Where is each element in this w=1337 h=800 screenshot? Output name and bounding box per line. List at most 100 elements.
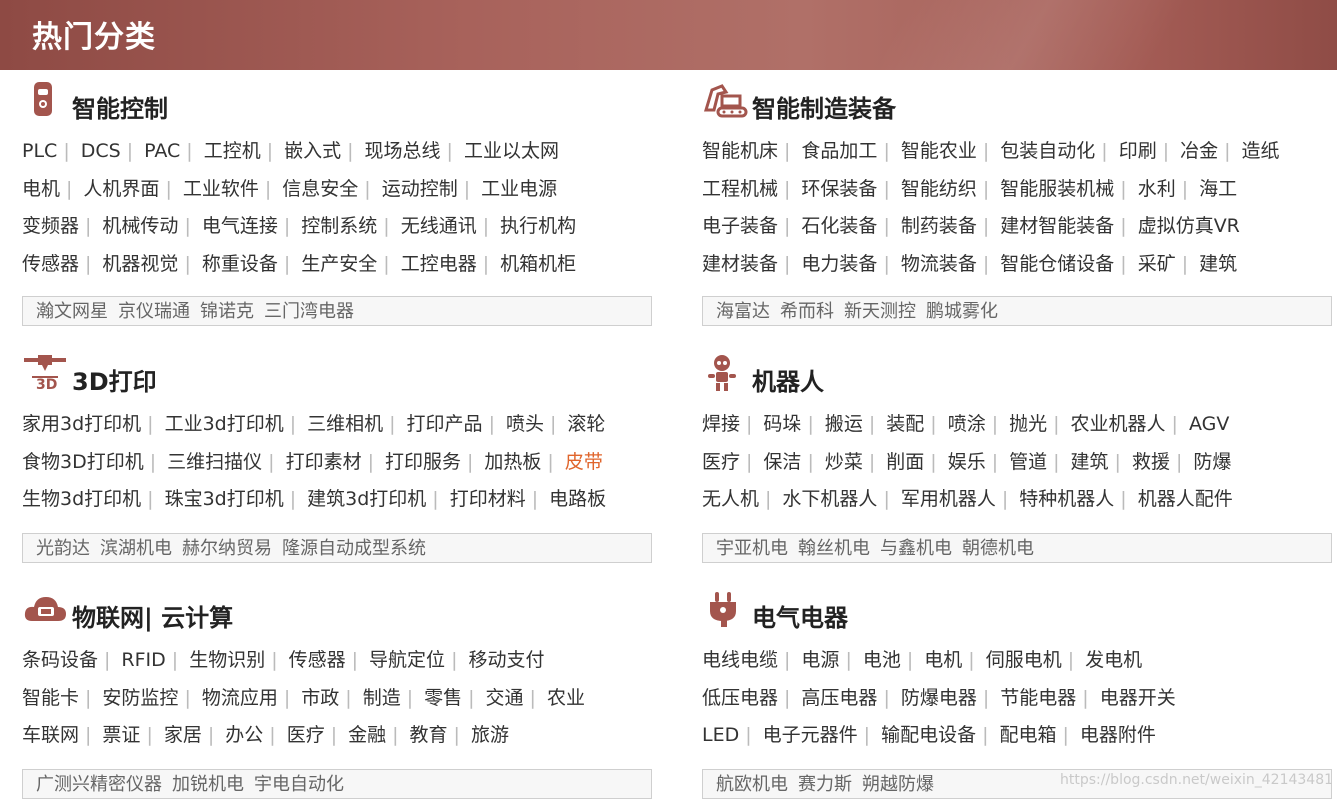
section-title[interactable]: 3D打印 xyxy=(72,362,157,397)
category-link[interactable]: 电机 xyxy=(22,174,60,201)
category-link[interactable]: 抛光 xyxy=(1009,409,1047,436)
category-link[interactable]: 装配 xyxy=(886,409,924,436)
category-link[interactable]: 电气连接 xyxy=(202,211,278,238)
category-link[interactable]: 传感器 xyxy=(22,249,79,276)
category-link[interactable]: 物流应用 xyxy=(202,683,278,710)
category-link[interactable]: DCS xyxy=(81,140,121,162)
category-link[interactable]: 电器开关 xyxy=(1100,683,1176,710)
category-link[interactable]: 打印服务 xyxy=(385,447,461,474)
category-link[interactable]: 农业 xyxy=(547,683,585,710)
category-link[interactable]: 电子装备 xyxy=(702,211,778,238)
brand-link[interactable]: 宇亚机电 xyxy=(716,534,788,564)
category-link[interactable]: 变频器 xyxy=(22,211,79,238)
brand-link[interactable]: 赫尔纳贸易 xyxy=(182,534,272,564)
category-link[interactable]: 建材智能装备 xyxy=(1000,211,1114,238)
brand-link[interactable]: 加锐机电 xyxy=(172,770,244,800)
brand-link[interactable]: 新天测控 xyxy=(844,297,916,327)
category-link[interactable]: 防爆电器 xyxy=(901,683,977,710)
category-link[interactable]: 打印材料 xyxy=(450,484,526,511)
category-link[interactable]: 现场总线 xyxy=(365,136,441,163)
category-link[interactable]: 保洁 xyxy=(763,447,801,474)
category-link[interactable]: 制药装备 xyxy=(901,211,977,238)
category-link[interactable]: 机器人配件 xyxy=(1138,484,1233,511)
category-link[interactable]: 零售 xyxy=(424,683,462,710)
category-link[interactable]: 电线电缆 xyxy=(702,645,778,672)
category-link[interactable]: 机器视觉 xyxy=(102,249,178,276)
category-link[interactable]: 低压电器 xyxy=(702,683,778,710)
brand-link[interactable]: 翰丝机电 xyxy=(798,534,870,564)
category-link[interactable]: 食物3D打印机 xyxy=(22,447,144,474)
section-header[interactable]: 机器人 xyxy=(702,355,1337,397)
category-link[interactable]: 工业3d打印机 xyxy=(165,409,284,436)
category-link[interactable]: 金融 xyxy=(348,720,386,747)
category-link[interactable]: 码垛 xyxy=(763,409,801,436)
section-title[interactable]: 电气电器 xyxy=(752,598,848,633)
category-link[interactable]: 工控机 xyxy=(204,136,261,163)
category-link[interactable]: 嵌入式 xyxy=(284,136,341,163)
brand-link[interactable]: 与鑫机电 xyxy=(880,534,952,564)
category-link[interactable]: 救援 xyxy=(1132,447,1170,474)
category-link[interactable]: 工程机械 xyxy=(702,174,778,201)
category-link[interactable]: 伺服电机 xyxy=(986,645,1062,672)
category-link[interactable]: 三维相机 xyxy=(307,409,383,436)
category-link[interactable]: 滚轮 xyxy=(567,409,605,436)
category-link[interactable]: 教育 xyxy=(410,720,448,747)
category-link[interactable]: 智能卡 xyxy=(22,683,79,710)
category-link[interactable]: AGV xyxy=(1189,413,1229,435)
section-title[interactable]: 智能制造装备 xyxy=(752,89,896,124)
brand-link[interactable]: 滨湖机电 xyxy=(100,534,172,564)
section-title[interactable]: 物联网| 云计算 xyxy=(72,598,233,633)
category-link[interactable]: 条码设备 xyxy=(22,645,98,672)
category-link[interactable]: 建筑 xyxy=(1199,249,1237,276)
brand-link[interactable]: 朝德机电 xyxy=(962,534,1034,564)
category-link[interactable]: 食品加工 xyxy=(801,136,877,163)
brand-link[interactable]: 鹏城雾化 xyxy=(926,297,998,327)
category-link[interactable]: 家居 xyxy=(164,720,202,747)
category-link[interactable]: 打印产品 xyxy=(407,409,483,436)
category-link[interactable]: 焊接 xyxy=(702,409,740,436)
brand-link[interactable]: 瀚文网星 xyxy=(36,297,108,327)
brand-link[interactable]: 锦诺克 xyxy=(200,297,254,327)
brand-link[interactable]: 广测兴精密仪器 xyxy=(36,770,162,800)
category-link[interactable]: 无人机 xyxy=(702,484,759,511)
category-link[interactable]: 搬运 xyxy=(825,409,863,436)
category-link[interactable]: 电池 xyxy=(863,645,901,672)
category-link[interactable]: 造纸 xyxy=(1242,136,1280,163)
category-link[interactable]: 加热板 xyxy=(484,447,541,474)
category-link[interactable]: 生物识别 xyxy=(189,645,265,672)
category-link[interactable]: 炒菜 xyxy=(825,447,863,474)
category-link[interactable]: 石化装备 xyxy=(801,211,877,238)
category-link[interactable]: 移动支付 xyxy=(468,645,544,672)
category-link[interactable]: 称重设备 xyxy=(202,249,278,276)
category-link[interactable]: 冶金 xyxy=(1180,136,1218,163)
category-link[interactable]: 交通 xyxy=(486,683,524,710)
section-header[interactable]: 智能控制 xyxy=(22,82,662,124)
category-link[interactable]: 防爆 xyxy=(1193,447,1231,474)
category-link[interactable]: 农业机器人 xyxy=(1071,409,1166,436)
category-link[interactable]: 电力装备 xyxy=(801,249,877,276)
category-link[interactable]: 电路板 xyxy=(549,484,606,511)
category-link[interactable]: 三维扫描仪 xyxy=(167,447,262,474)
section-title[interactable]: 机器人 xyxy=(752,362,824,397)
category-link[interactable]: 珠宝3d打印机 xyxy=(165,484,284,511)
category-link[interactable]: 海工 xyxy=(1199,174,1237,201)
brand-link[interactable]: 京仪瑞通 xyxy=(118,297,190,327)
category-link[interactable]: 节能电器 xyxy=(1000,683,1076,710)
category-link[interactable]: 信息安全 xyxy=(282,174,358,201)
category-link[interactable]: 旅游 xyxy=(471,720,509,747)
category-link[interactable]: 包装自动化 xyxy=(1000,136,1095,163)
category-link[interactable]: 控制系统 xyxy=(301,211,377,238)
category-link[interactable]: 特种机器人 xyxy=(1019,484,1114,511)
category-link[interactable]: 建材装备 xyxy=(702,249,778,276)
section-header[interactable]: 智能制造装备 xyxy=(702,84,1337,124)
category-link[interactable]: 水下机器人 xyxy=(782,484,877,511)
category-link[interactable]: 生物3d打印机 xyxy=(22,484,141,511)
category-link[interactable]: 智能农业 xyxy=(901,136,977,163)
category-link[interactable]: PLC xyxy=(22,140,57,162)
brand-link[interactable]: 希而科 xyxy=(780,297,834,327)
category-link[interactable]: 工控电器 xyxy=(401,249,477,276)
category-link[interactable]: 建筑 xyxy=(1071,447,1109,474)
category-link[interactable]: 印刷 xyxy=(1119,136,1157,163)
category-link[interactable]: 执行机构 xyxy=(500,211,576,238)
section-title[interactable]: 智能控制 xyxy=(72,89,168,124)
